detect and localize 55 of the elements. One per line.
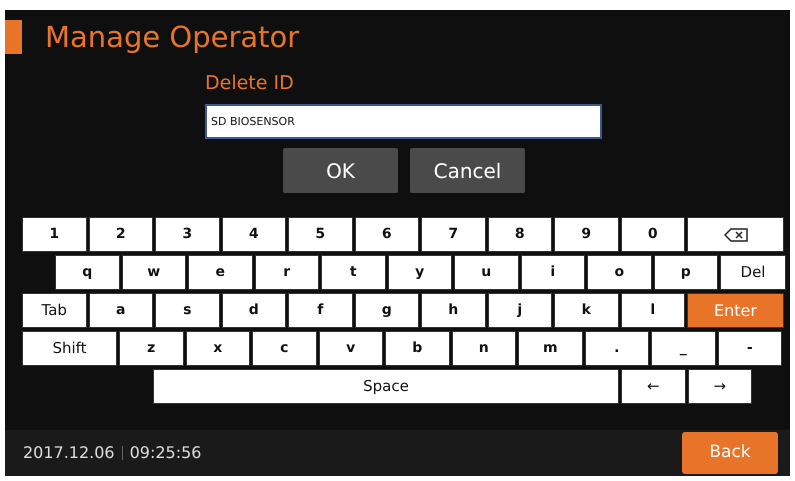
key[interactable]: 7 (421, 217, 486, 252)
key[interactable]: j (488, 293, 552, 328)
key[interactable]: m (518, 331, 582, 366)
screen-title: Manage Operator (45, 20, 300, 54)
time-text: 09:25:56 (130, 442, 202, 464)
key[interactable]: 4 (222, 217, 286, 252)
key[interactable]: v (318, 331, 383, 366)
key[interactable]: c (252, 331, 316, 366)
key[interactable]: g (354, 293, 419, 328)
key[interactable]: q (55, 255, 120, 290)
key[interactable]: k (554, 293, 618, 328)
accent-bar (5, 20, 22, 54)
key[interactable]: s (155, 293, 220, 328)
key[interactable]: → (688, 369, 752, 404)
id-field[interactable]: SD BIOSENSOR (205, 104, 602, 139)
key[interactable]: a (88, 293, 153, 328)
key[interactable]: t (321, 255, 386, 290)
section-title: Delete ID (205, 71, 295, 96)
key[interactable]: 2 (88, 217, 153, 252)
key[interactable]: 1 (22, 217, 86, 252)
key[interactable]: w (122, 255, 186, 290)
key[interactable]: b (385, 331, 450, 366)
key[interactable]: e (188, 255, 252, 290)
key[interactable]: Tab (22, 293, 86, 328)
ok-button[interactable]: OK (283, 148, 398, 193)
key[interactable]: y (388, 255, 452, 290)
key[interactable]: x (186, 331, 250, 366)
key[interactable]: . (584, 331, 649, 366)
key[interactable]: 9 (554, 217, 618, 252)
key[interactable]: 0 (620, 217, 685, 252)
key[interactable]: d (222, 293, 286, 328)
backspace-key[interactable] (687, 217, 784, 252)
key[interactable]: h (421, 293, 486, 328)
key[interactable]: z (119, 331, 184, 366)
space-key[interactable]: Space (153, 369, 619, 404)
key[interactable]: 5 (288, 217, 352, 252)
key[interactable]: 8 (488, 217, 552, 252)
key[interactable]: r (254, 255, 319, 290)
shift-key[interactable]: Shift (22, 331, 117, 366)
key[interactable]: o (587, 255, 652, 290)
date-text: 2017.12.06 (23, 442, 115, 464)
key[interactable]: _ (651, 331, 716, 366)
cancel-button[interactable]: Cancel (410, 148, 525, 193)
key[interactable]: p (654, 255, 718, 290)
key[interactable]: f (288, 293, 352, 328)
key[interactable]: 6 (354, 217, 419, 252)
key[interactable]: Del (720, 255, 786, 290)
key[interactable]: 3 (155, 217, 220, 252)
key[interactable]: ← (621, 369, 686, 404)
key[interactable]: i (520, 255, 585, 290)
key[interactable]: n (452, 331, 516, 366)
key[interactable]: - (718, 331, 782, 366)
backspace-icon (724, 228, 748, 242)
key[interactable]: l (620, 293, 685, 328)
key[interactable]: u (454, 255, 518, 290)
